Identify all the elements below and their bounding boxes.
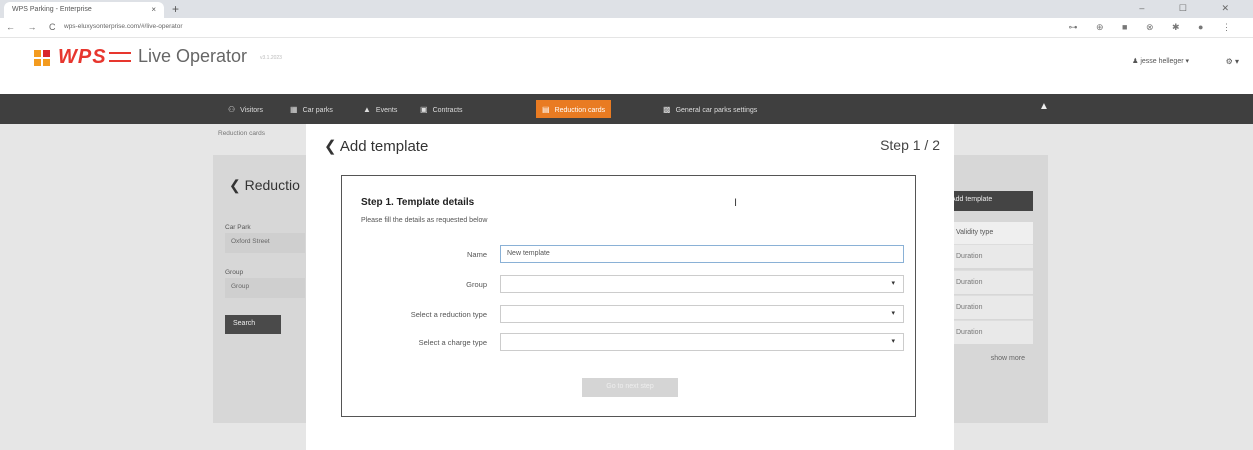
url-field[interactable]: wps-eluxysonterprise.com/#/live-operator [64, 23, 183, 30]
nav-reduction-cards[interactable]: ▤ Reduction cards [536, 100, 612, 118]
car-park-icon: ▦ [290, 105, 298, 114]
reduction-type-label: Select a reduction type [410, 310, 487, 319]
charge-type-label: Select a charge type [418, 338, 487, 347]
table-cell: Duration [948, 244, 1033, 268]
address-bar: ← → C wps-eluxysonterprise.com/#/live-op… [0, 18, 1253, 38]
new-tab-icon[interactable]: + [172, 2, 179, 16]
nav-label: Reduction cards [554, 107, 606, 114]
name-input[interactable]: New template [500, 245, 904, 263]
step-indicator: Step 1 / 2 [880, 137, 940, 153]
name-label: Name [466, 250, 487, 259]
group-label: Group [225, 269, 244, 276]
app-header: WPS Live Operator v3.1.2023 ♟ jesse hell… [0, 38, 1253, 94]
text-cursor-icon: I [734, 197, 738, 209]
app-version: v3.1.2023 [260, 55, 282, 61]
nav-events[interactable]: ▲ Events [357, 100, 403, 118]
main-nav: ⚇ Visitors ▦ Car parks ▲ Events ▣ Contracts … [0, 94, 1253, 124]
nav-label: Contracts [432, 107, 463, 114]
brand-logo: WPS [58, 46, 107, 68]
add-template-modal: ❮ Add template Step 1 / 2 Step 1. Templa… [306, 124, 954, 450]
group-field[interactable]: Group [225, 278, 305, 298]
name-input-value: New template [507, 250, 550, 257]
settings-icon: ▩ [663, 105, 671, 114]
app-grid-icon[interactable] [34, 50, 50, 66]
window-controls[interactable]: – ☐ ✕ [1139, 3, 1245, 14]
browser-tab-bar: WPS Parking - Enterprise × + – ☐ ✕ [0, 0, 1253, 18]
nav-car-parks[interactable]: ▦ Car parks [284, 100, 339, 118]
template-details-form: Step 1. Template details Please fill the… [341, 175, 916, 417]
group-select[interactable]: ▾ [500, 275, 904, 293]
group-label: Group [466, 280, 487, 289]
reduction-cards-icon: ▤ [542, 105, 550, 114]
nav-label: Visitors [240, 107, 263, 114]
form-title: Step 1. Template details [361, 197, 475, 208]
nav-contracts[interactable]: ▣ Contracts [414, 100, 469, 118]
events-icon: ▲ [363, 105, 371, 114]
nav-label: Car parks [302, 107, 333, 114]
browser-tab[interactable]: WPS Parking - Enterprise × [4, 2, 164, 18]
car-park-field[interactable]: Oxford Street [225, 233, 305, 253]
nav-visitors[interactable]: ⚇ Visitors [222, 100, 269, 118]
tab-close-icon[interactable]: × [151, 5, 156, 14]
extension-icons[interactable]: ⊶ ⊕ ■ ⊗ ✱ ● ⋮ [1069, 22, 1240, 33]
next-step-button[interactable]: Go to next step [582, 378, 678, 397]
chevron-down-icon: ▾ [891, 280, 895, 287]
app-title: Live Operator [138, 46, 248, 66]
table-cell: Duration [948, 320, 1033, 344]
notification-bell-icon[interactable]: ▲ [1039, 101, 1049, 112]
nav-label: General car parks settings [675, 107, 758, 114]
page-title[interactable]: ❮ Reductio [229, 177, 300, 194]
form-subtitle: Please fill the details as requested bel… [361, 217, 488, 224]
reduction-type-select[interactable]: ▾ [500, 305, 904, 323]
tab-title: WPS Parking - Enterprise [12, 6, 92, 13]
car-park-label: Car Park [225, 224, 251, 231]
charge-type-select[interactable]: ▾ [500, 333, 904, 351]
browser-nav-buttons[interactable]: ← → C [6, 22, 61, 32]
search-button[interactable]: Search [225, 315, 281, 334]
add-template-button[interactable]: Add template [943, 191, 1033, 211]
brand-mark-icon [109, 52, 131, 62]
visitors-icon: ⚇ [228, 105, 236, 114]
nav-label: Events [375, 107, 398, 114]
validity-type-header: Validity type [948, 222, 1033, 244]
nav-general-settings[interactable]: ▩ General car parks settings [657, 100, 763, 118]
breadcrumb[interactable]: Reduction cards [218, 130, 265, 137]
table-cell: Duration [948, 270, 1033, 294]
contracts-icon: ▣ [420, 105, 428, 114]
settings-menu[interactable]: ⚙ ▾ [1226, 57, 1239, 66]
show-more-link[interactable]: show more [948, 347, 1033, 371]
user-menu[interactable]: ♟ jesse helleger ▾ [1132, 57, 1189, 65]
table-cell: Duration [948, 295, 1033, 319]
chevron-down-icon: ▾ [891, 338, 895, 345]
chevron-down-icon: ▾ [891, 310, 895, 317]
modal-back-title[interactable]: ❮ Add template [324, 137, 428, 155]
